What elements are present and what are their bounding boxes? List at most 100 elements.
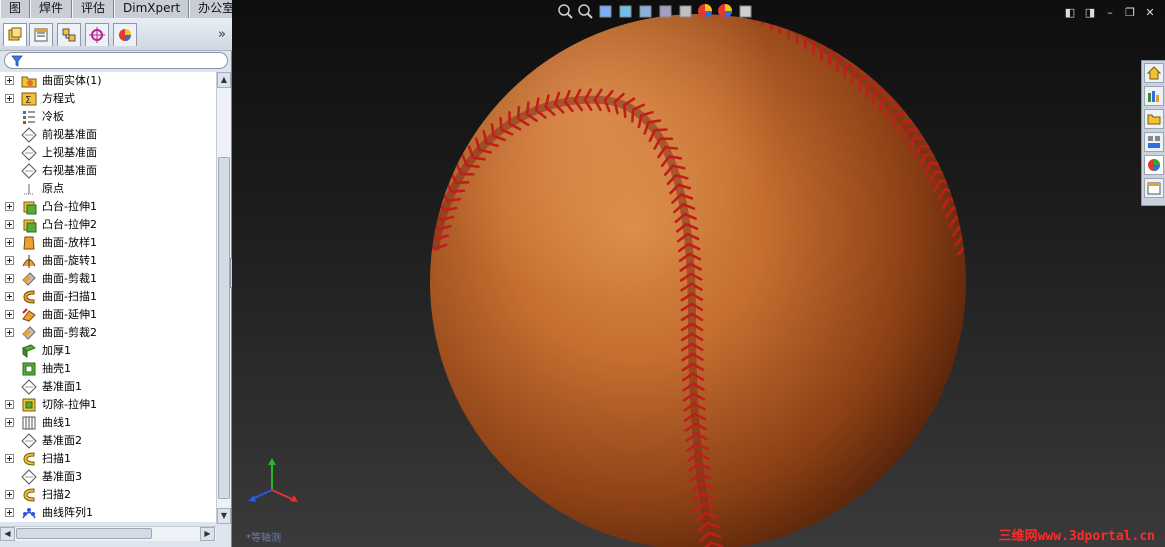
stitch (812, 36, 826, 43)
graphics-viewport[interactable]: ◧ ◨ – ❐ ✕ *等轴测 三维网www.3dportal.cn (232, 0, 1165, 547)
expand-toggle[interactable] (5, 256, 14, 265)
feature-tree-item[interactable]: 凸台-拉伸2 (0, 216, 216, 234)
menu-tab[interactable]: DimXpert (114, 0, 190, 18)
expand-toggle[interactable] (5, 508, 14, 517)
zoom-to-fit-icon[interactable] (557, 3, 574, 20)
expand-toggle[interactable] (5, 310, 14, 319)
feature-tree-item[interactable]: 原点 (0, 180, 216, 198)
expand-toggle[interactable] (5, 94, 14, 103)
dimxpert-manager-tab[interactable] (85, 23, 109, 46)
stitch (795, 30, 799, 45)
scroll-up-arrow[interactable]: ▲ (217, 72, 231, 88)
feature-filter-input[interactable] (4, 52, 228, 69)
feature-tree-item[interactable]: 基准面2 (0, 432, 216, 450)
feature-tree-item[interactable]: 曲线1 (0, 414, 216, 432)
scroll-left-arrow[interactable]: ◀ (0, 527, 15, 541)
expand-toggle[interactable] (5, 238, 14, 247)
feature-tree-item[interactable]: 曲线阵列1 (0, 504, 216, 522)
expand-toggle[interactable] (5, 76, 14, 85)
scroll-right-arrow[interactable]: ▶ (200, 527, 215, 541)
menu-tab[interactable]: 图 (0, 0, 31, 18)
feature-tree-item[interactable]: 曲面-放样1 (0, 234, 216, 252)
scroll-thumb[interactable] (218, 157, 230, 499)
home-tab[interactable] (1144, 63, 1164, 83)
expand-toggle[interactable] (5, 292, 14, 301)
feature-tree-horizontal-scrollbar[interactable]: ◀ ▶ (0, 526, 216, 541)
feature-tree-item[interactable]: 曲面-剪裁1 (0, 270, 216, 288)
appearances-icon (1148, 159, 1160, 171)
file-explorer-tab[interactable] (1144, 109, 1164, 129)
expand-toggle[interactable] (5, 454, 14, 463)
appearances-tab[interactable] (1144, 155, 1164, 175)
view-orientation-icon[interactable] (637, 3, 654, 20)
stitch (768, 16, 773, 30)
feature-tree-label: 冷板 (42, 110, 64, 123)
feature-manager-tab[interactable] (3, 23, 27, 46)
view-orientation-label: *等轴测 (246, 533, 281, 544)
expand-toggle[interactable] (5, 490, 14, 499)
prev-window-icon[interactable]: ◧ (1063, 6, 1077, 19)
feature-tree-item[interactable]: 上视基准面 (0, 144, 216, 162)
feature-tree-item[interactable]: 基准面1 (0, 378, 216, 396)
stitch (943, 188, 958, 193)
custom-properties-tab[interactable] (1144, 178, 1164, 198)
menu-tab[interactable]: 焊件 (30, 0, 73, 18)
feature-tree-item[interactable]: 扫描1 (0, 450, 216, 468)
stitch (762, 7, 771, 13)
equations-icon: Σ (21, 92, 37, 106)
design-library-tab[interactable] (1144, 86, 1164, 106)
feature-tree-item[interactable]: 切除-拉伸1 (0, 396, 216, 414)
feature-tree-item[interactable]: 抽壳1 (0, 360, 216, 378)
apply-scene-icon[interactable] (717, 3, 734, 20)
feature-tree-vertical-scrollbar[interactable]: ▲ ▼ (216, 72, 231, 524)
feature-tree-item[interactable]: 曲面-延伸1 (0, 306, 216, 324)
feature-tree-item[interactable]: 冷板 (0, 108, 216, 126)
edit-appearance-icon[interactable] (697, 3, 714, 20)
stitch (901, 119, 915, 124)
plane-icon (21, 163, 37, 179)
view-settings-icon[interactable] (737, 3, 754, 20)
close-icon[interactable]: ✕ (1143, 6, 1157, 19)
feature-tree-item[interactable]: 基准面3 (0, 468, 216, 486)
panel-expand-button[interactable]: » (218, 27, 226, 42)
zoom-area-icon[interactable] (577, 3, 594, 20)
feature-tree-label: 曲面-剪裁1 (42, 272, 97, 285)
feature-tree-item[interactable]: 曲面-扫描1 (0, 288, 216, 306)
feature-tree-item[interactable]: 曲面实体(1) (0, 72, 216, 90)
previous-view-icon[interactable] (597, 3, 614, 20)
stitch (787, 19, 800, 28)
feature-tree-item[interactable]: 扫描2 (0, 486, 216, 504)
feature-tree-item[interactable]: 加厚1 (0, 342, 216, 360)
view-palette-tab[interactable] (1144, 132, 1164, 152)
expand-toggle[interactable] (5, 274, 14, 283)
expand-toggle[interactable] (5, 220, 14, 229)
stitch (769, 14, 782, 19)
display-manager-tab[interactable] (113, 23, 137, 46)
expand-toggle[interactable] (5, 400, 14, 409)
next-window-icon[interactable]: ◨ (1083, 6, 1097, 19)
feature-tree-item[interactable]: 凸台-拉伸1 (0, 198, 216, 216)
scroll-down-arrow[interactable]: ▼ (217, 508, 231, 524)
property-manager-tab[interactable] (29, 23, 53, 46)
hide-show-items-icon[interactable] (677, 3, 694, 20)
minimize-icon[interactable]: – (1103, 6, 1117, 19)
configuration-manager-tab[interactable] (57, 23, 81, 46)
menu-tab[interactable]: 评估 (72, 0, 115, 18)
stitch (777, 21, 782, 35)
baseball-model[interactable] (232, 0, 1165, 547)
restore-icon[interactable]: ❐ (1123, 6, 1137, 19)
shell-icon (22, 362, 36, 376)
feature-tree-item[interactable]: 右视基准面 (0, 162, 216, 180)
expand-toggle[interactable] (5, 202, 14, 211)
expand-toggle[interactable] (5, 328, 14, 337)
feature-tree-item[interactable]: 曲面-剪裁2 (0, 324, 216, 342)
display-style-icon[interactable] (657, 3, 674, 20)
section-view-icon[interactable] (617, 3, 634, 20)
feature-tree-item[interactable]: Σ 方程式 (0, 90, 216, 108)
sweep-icon (23, 452, 35, 466)
feature-tree-item[interactable]: 曲面-旋转1 (0, 252, 216, 270)
expand-toggle[interactable] (5, 418, 14, 427)
stitch (907, 128, 922, 132)
scroll-thumb[interactable] (16, 528, 152, 539)
feature-tree-item[interactable]: 前视基准面 (0, 126, 216, 144)
